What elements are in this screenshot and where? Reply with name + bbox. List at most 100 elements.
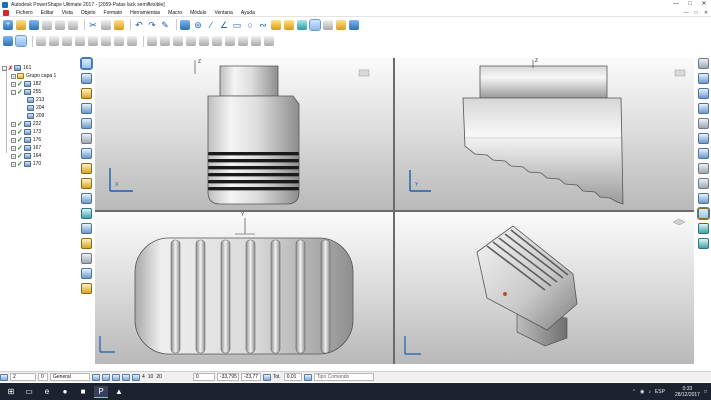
coord-x-field[interactable]: -33,795 [216, 373, 239, 381]
curve-icon[interactable]: ∾ [258, 20, 268, 30]
collapse-icon[interactable]: – [11, 89, 16, 95]
powershape-taskbar-icon[interactable]: P [94, 385, 108, 398]
language-indicator[interactable]: ESP [655, 389, 665, 395]
view-iso6-icon[interactable] [212, 36, 222, 46]
maximize-button[interactable]: □ [683, 0, 697, 9]
view-cube-icon[interactable] [697, 163, 709, 174]
collapse-icon[interactable]: – [2, 65, 7, 71]
view-iso2-icon[interactable] [160, 36, 170, 46]
view-iso8-icon[interactable] [238, 36, 248, 46]
pen-icon[interactable]: ✎ [160, 20, 170, 30]
coord-y-field[interactable]: -23,77 [240, 373, 261, 381]
tree-item[interactable]: + ✓ 164 [11, 152, 41, 160]
wand-icon[interactable] [336, 19, 346, 30]
viewport-top[interactable]: Y [95, 212, 393, 364]
shaded-view-icon[interactable] [697, 193, 709, 204]
tree-item[interactable]: 209 [27, 112, 44, 120]
expand-icon[interactable]: + [11, 121, 16, 127]
zoom-window-icon[interactable] [697, 133, 709, 144]
mesh-icon[interactable] [297, 19, 307, 30]
surface-icon[interactable] [271, 19, 281, 30]
doc-restore-button[interactable]: □ [691, 10, 701, 16]
view-top-icon[interactable] [88, 36, 98, 46]
tree-item[interactable]: + ✓ 173 [11, 128, 41, 136]
view-iso5-icon[interactable] [199, 36, 209, 46]
tree-item[interactable]: + ✓ 222 [11, 120, 41, 128]
undo-icon[interactable]: ↶ [134, 20, 144, 30]
rotate-view-icon[interactable] [80, 73, 92, 84]
material-view-icon[interactable] [696, 207, 710, 220]
view-iso3-icon[interactable] [173, 36, 183, 46]
view-status-icon[interactable] [112, 373, 120, 381]
view-front-icon[interactable] [36, 36, 46, 46]
select-mode-icon[interactable] [15, 35, 27, 47]
solid-icon[interactable] [284, 19, 294, 30]
edge-browser-icon[interactable]: e [40, 386, 54, 398]
solid-tool-icon[interactable] [80, 178, 92, 189]
view-back-icon[interactable] [49, 36, 59, 46]
menu-macro[interactable]: Macro [164, 10, 186, 16]
tree-item[interactable]: – ✓ 255 [11, 88, 41, 96]
expand-icon[interactable]: + [11, 137, 16, 143]
expand-icon[interactable]: + [11, 161, 16, 167]
viewport-iso[interactable] [395, 212, 694, 364]
view-iso1-icon[interactable] [147, 36, 157, 46]
tree-item[interactable]: + ✓ 167 [11, 144, 41, 152]
view-iso4-icon[interactable] [186, 36, 196, 46]
open-folder-icon[interactable] [16, 19, 26, 30]
expand-icon[interactable]: + [11, 145, 16, 151]
new-model-icon[interactable]: + [3, 19, 13, 30]
cut-tool-icon[interactable] [80, 238, 92, 249]
pan-icon[interactable] [697, 118, 709, 129]
expand-icon[interactable]: + [11, 81, 16, 87]
mesh-tool-icon[interactable] [80, 193, 92, 204]
multi-view-icon[interactable] [697, 238, 709, 249]
layer-select[interactable]: 2 [10, 373, 36, 381]
app-taskbar-icon[interactable]: ▲ [112, 386, 126, 398]
paste-icon[interactable] [114, 19, 124, 30]
expand-icon[interactable]: + [11, 153, 16, 159]
measure-icon[interactable] [323, 19, 333, 30]
view-left-icon[interactable] [62, 36, 72, 46]
assembly-icon[interactable] [349, 19, 359, 30]
wireframe-icon[interactable] [80, 88, 92, 99]
clock[interactable]: 0:33 28/12/2017 [671, 386, 700, 398]
electrode-icon[interactable] [80, 208, 92, 219]
windows-start-icon[interactable]: ⊞ [4, 386, 18, 398]
tree-item[interactable]: + ✓ 176 [11, 136, 41, 144]
menu-vista[interactable]: Vista [58, 10, 77, 16]
view-rotate-icon[interactable] [697, 58, 709, 69]
tree-item[interactable]: + Grupo capa 1 [11, 72, 56, 80]
menu-herramientas[interactable]: Herramientas [126, 10, 164, 16]
snap-icon[interactable] [3, 36, 13, 46]
menu-ventana[interactable]: Ventana [210, 10, 236, 16]
cut-icon[interactable]: ✂ [88, 20, 98, 30]
expand-icon[interactable]: + [11, 129, 16, 135]
workplane-status-icon[interactable] [102, 373, 110, 381]
menu-formato[interactable]: Formato [100, 10, 127, 16]
viewport-front[interactable]: Z X [95, 58, 393, 210]
volume-icon[interactable]: ♪ [648, 389, 651, 395]
view-iso9-icon[interactable] [251, 36, 261, 46]
zoom-out-icon[interactable] [697, 88, 709, 99]
view-iso10-icon[interactable] [264, 36, 274, 46]
wireframe-view-icon[interactable] [697, 178, 709, 189]
viewport-side[interactable]: Z Y [395, 58, 694, 210]
zoom-fit-icon[interactable] [697, 103, 709, 114]
network-icon[interactable]: ◉ [640, 389, 644, 395]
notifications-icon[interactable]: □ [704, 389, 707, 395]
view-bottom-icon[interactable] [101, 36, 111, 46]
iso-view-icon[interactable] [697, 223, 709, 234]
doc-minimize-button[interactable]: — [681, 10, 691, 16]
snap-grid-icon[interactable] [92, 373, 100, 381]
menu-modulo[interactable]: Módulo [186, 10, 210, 16]
task-view-icon[interactable]: ▭ [22, 386, 36, 398]
circle-icon[interactable]: ○ [245, 20, 255, 30]
close-button[interactable]: ✕ [697, 0, 711, 9]
coordinates-icon[interactable] [262, 373, 271, 381]
layer-number-field[interactable]: 0 [38, 373, 48, 381]
workplane-icon[interactable] [180, 19, 190, 30]
surface-tool-icon[interactable] [80, 163, 92, 174]
menu-fichero[interactable]: Fichero [12, 10, 37, 16]
document-icon[interactable] [3, 9, 9, 16]
